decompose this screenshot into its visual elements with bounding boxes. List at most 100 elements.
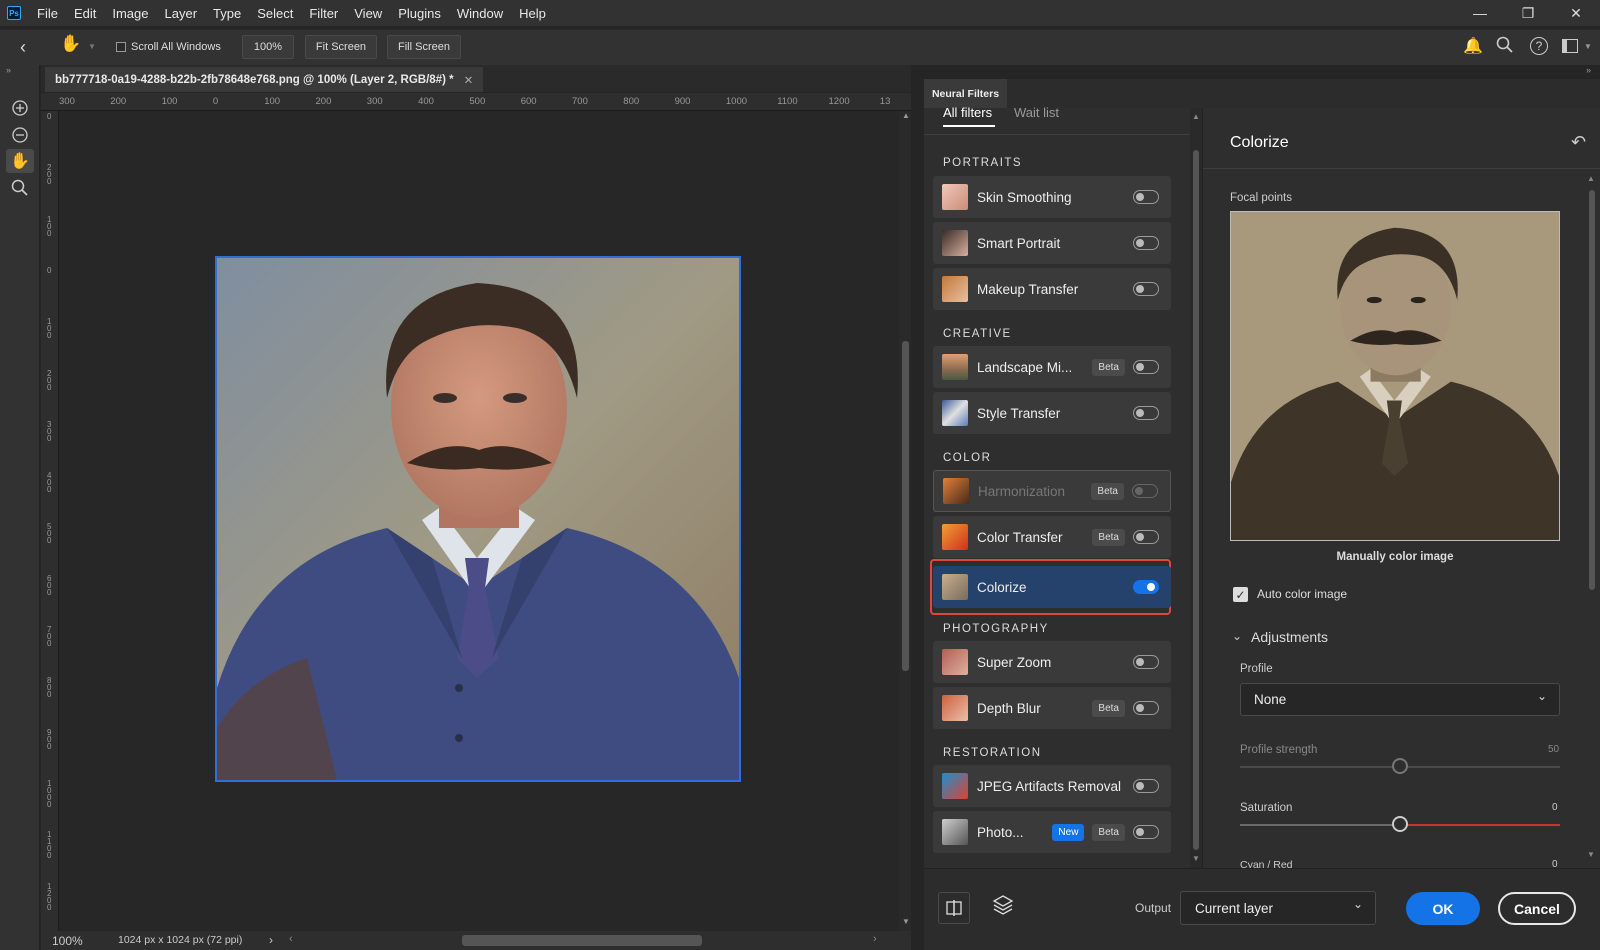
filter-list-scroll-thumb[interactable] [1193, 150, 1199, 850]
filter-colorize[interactable]: Colorize [933, 566, 1171, 608]
canvas-area[interactable] [59, 111, 899, 931]
ok-button[interactable]: OK [1406, 892, 1480, 925]
menu-filter[interactable]: Filter [301, 6, 346, 21]
depth-blur-toggle[interactable] [1133, 701, 1159, 715]
search-icon[interactable] [1496, 35, 1514, 60]
scroll-down-icon[interactable]: ▼ [902, 917, 910, 926]
filter-style-transfer[interactable]: Style Transfer [933, 392, 1171, 434]
magnifier-icon[interactable] [6, 176, 34, 200]
menu-select[interactable]: Select [249, 6, 301, 21]
status-menu-chevron-icon[interactable]: › [269, 933, 273, 947]
chevron-down-icon[interactable]: ⌄ [1232, 629, 1242, 643]
saturation-slider-right[interactable] [1400, 824, 1560, 826]
fit-screen-button[interactable]: Fit Screen [305, 35, 377, 59]
colorize-toggle[interactable] [1133, 580, 1159, 594]
filter-skin-smoothing[interactable]: Skin Smoothing [933, 176, 1171, 218]
menu-help[interactable]: Help [511, 6, 554, 21]
landscape-mixer-toggle[interactable] [1133, 360, 1159, 374]
cancel-button[interactable]: Cancel [1498, 892, 1576, 925]
scroll-all-windows-checkbox[interactable] [116, 42, 126, 52]
filter-color-transfer[interactable]: Color Transfer Beta [933, 516, 1171, 558]
skin-smoothing-toggle[interactable] [1133, 190, 1159, 204]
zoom-out-icon[interactable] [6, 123, 34, 147]
saturation-knob[interactable] [1392, 816, 1408, 832]
menu-plugins[interactable]: Plugins [390, 6, 449, 21]
canvas-vertical-scroll-thumb[interactable] [902, 341, 909, 671]
zoom-in-icon[interactable] [6, 96, 34, 120]
new-badge: New [1052, 823, 1085, 841]
workspace-chevron-icon[interactable]: ▼ [1584, 42, 1592, 51]
color-transfer-toggle[interactable] [1133, 530, 1159, 544]
filter-jpeg-artifacts-removal[interactable]: JPEG Artifacts Removal [933, 765, 1171, 807]
horizontal-scroll-thumb[interactable] [462, 935, 702, 946]
menu-image[interactable]: Image [104, 6, 156, 21]
canvas-vertical-scrollbar[interactable]: ▲ ▼ [899, 111, 911, 931]
menu-view[interactable]: View [346, 6, 390, 21]
compare-view-icon[interactable] [938, 892, 970, 924]
auto-color-checkbox[interactable]: ✓ [1233, 587, 1248, 602]
adjustments-heading[interactable]: Adjustments [1251, 629, 1328, 645]
filter-depth-blur[interactable]: Depth Blur Beta [933, 687, 1171, 729]
scroll-up-icon[interactable]: ▲ [1192, 112, 1200, 121]
filter-makeup-transfer[interactable]: Makeup Transfer [933, 268, 1171, 310]
filter-photo-restoration[interactable]: Photo... New Beta [933, 811, 1171, 853]
filter-smart-portrait[interactable]: Smart Portrait [933, 222, 1171, 264]
hand-tool-icon[interactable]: ✋ [60, 34, 81, 54]
super-zoom-toggle[interactable] [1133, 655, 1159, 669]
tools-panel: » ✋ [0, 65, 40, 950]
makeup-transfer-toggle[interactable] [1133, 282, 1159, 296]
scroll-up-icon[interactable]: ▲ [902, 111, 910, 120]
harmonization-toggle[interactable] [1132, 484, 1158, 498]
style-transfer-toggle[interactable] [1133, 406, 1159, 420]
zoom-100-button[interactable]: 100% [242, 35, 294, 59]
neural-filters-tab[interactable]: Neural Filters [924, 79, 1007, 108]
menu-type[interactable]: Type [205, 6, 249, 21]
menu-window[interactable]: Window [449, 6, 511, 21]
scroll-down-icon[interactable]: ▼ [1192, 854, 1200, 863]
back-icon[interactable]: ‹ [20, 37, 26, 58]
filter-harmonization[interactable]: Harmonization Beta [933, 470, 1171, 512]
close-icon[interactable]: ✕ [1552, 0, 1600, 26]
jpeg-artifacts-toggle[interactable] [1133, 779, 1159, 793]
settings-scroll-thumb[interactable] [1589, 190, 1595, 590]
zoom-level[interactable]: 100% [52, 934, 83, 948]
restore-icon[interactable]: ❐ [1504, 0, 1552, 26]
tab-wait-list[interactable]: Wait list [1014, 105, 1059, 120]
tab-all-filters[interactable]: All filters [943, 105, 992, 120]
makeup-transfer-thumbnail [942, 276, 968, 302]
smart-portrait-toggle[interactable] [1133, 236, 1159, 250]
saturation-slider-left[interactable] [1240, 824, 1400, 826]
document-tab[interactable]: bb777718-0a19-4288-b22b-2fb78648e768.png… [45, 67, 484, 92]
collapse-panels-icon[interactable]: » [1586, 65, 1591, 75]
tool-preset-chevron-icon[interactable]: ▼ [88, 42, 96, 51]
profile-dropdown[interactable]: None ⌄ [1240, 683, 1560, 716]
menu-edit[interactable]: Edit [66, 6, 104, 21]
expand-tools-icon[interactable]: » [6, 65, 11, 75]
scroll-up-icon[interactable]: ▲ [1587, 174, 1595, 183]
document-tab-bar: bb777718-0a19-4288-b22b-2fb78648e768.png… [41, 65, 911, 92]
menu-layer[interactable]: Layer [157, 6, 206, 21]
focal-points-preview[interactable] [1230, 211, 1560, 541]
layers-icon[interactable] [992, 894, 1014, 923]
manual-color-caption: Manually color image [1336, 551, 1454, 563]
filter-list-scrollbar[interactable]: ▲ ▼ [1190, 108, 1202, 868]
scroll-down-icon[interactable]: ▼ [1587, 850, 1595, 859]
scroll-right-icon[interactable]: › [873, 933, 877, 945]
filter-landscape-mixer[interactable]: Landscape Mi... Beta [933, 346, 1171, 388]
filter-super-zoom[interactable]: Super Zoom [933, 641, 1171, 683]
photo-restoration-toggle[interactable] [1133, 825, 1159, 839]
help-icon[interactable]: ? [1530, 37, 1548, 55]
menu-file[interactable]: File [29, 6, 66, 21]
notifications-bell-icon[interactable]: 🔔 [1463, 36, 1483, 56]
color-transfer-thumbnail [942, 524, 968, 550]
minimize-icon[interactable]: — [1456, 0, 1504, 26]
workspace-icon[interactable] [1562, 39, 1578, 53]
fill-screen-button[interactable]: Fill Screen [387, 35, 461, 59]
ruler-tick-label: 1200 [828, 96, 850, 107]
output-dropdown[interactable]: Current layer ⌄ [1180, 891, 1376, 925]
scroll-left-icon[interactable]: ‹ [289, 933, 293, 945]
hand-tool-icon[interactable]: ✋ [6, 149, 34, 173]
reset-icon[interactable]: ↶ [1571, 132, 1586, 153]
profile-strength-knob[interactable] [1392, 758, 1408, 774]
close-tab-icon[interactable]: ✕ [464, 73, 474, 87]
